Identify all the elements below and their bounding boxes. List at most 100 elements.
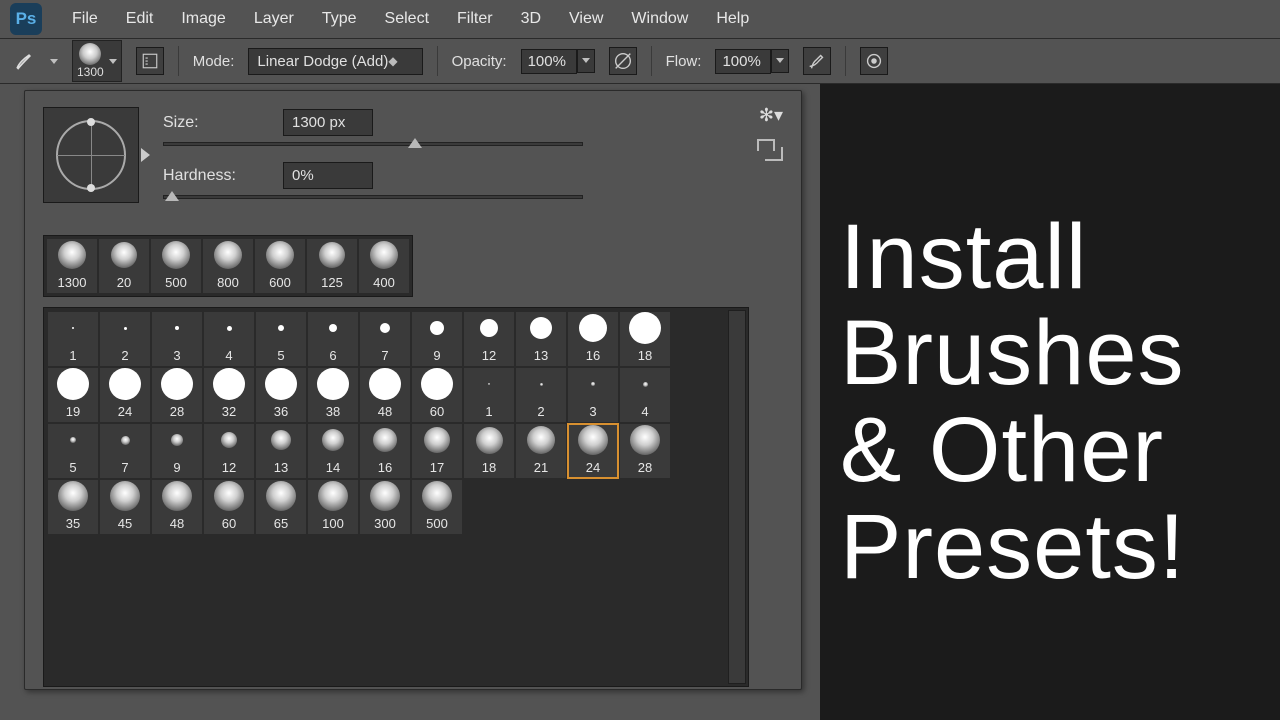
- menu-item-type[interactable]: Type: [308, 4, 371, 34]
- brush-size-readout: 1300: [77, 65, 104, 79]
- brush-preset-item[interactable]: 4: [620, 368, 670, 422]
- brush-size-label: 4: [641, 404, 648, 419]
- brush-preset-item[interactable]: 5: [48, 424, 98, 478]
- brush-dot-icon: [430, 321, 444, 335]
- brush-preset-item[interactable]: 28: [620, 424, 670, 478]
- brush-preset-item[interactable]: 125: [307, 239, 357, 293]
- brush-preset-item[interactable]: 5: [256, 312, 306, 366]
- brush-preset-item[interactable]: 16: [568, 312, 618, 366]
- brush-preset-item[interactable]: 19: [48, 368, 98, 422]
- airbrush-icon[interactable]: [803, 47, 831, 75]
- menu-item-3d[interactable]: 3D: [507, 4, 555, 34]
- menu-item-view[interactable]: View: [555, 4, 617, 34]
- brush-dot-icon: [530, 317, 552, 339]
- hardness-slider[interactable]: [163, 195, 583, 199]
- brush-preset-item[interactable]: 3: [152, 312, 202, 366]
- brush-preset-item[interactable]: 400: [359, 239, 409, 293]
- menu-item-file[interactable]: File: [58, 4, 112, 34]
- brush-preset-item[interactable]: 800: [203, 239, 253, 293]
- brush-dot-icon: [57, 368, 89, 400]
- new-preset-icon[interactable]: [765, 147, 783, 161]
- brush-dot-icon: [540, 383, 543, 386]
- blend-mode-select[interactable]: Linear Dodge (Add) ◆: [248, 48, 422, 75]
- size-input[interactable]: [283, 109, 373, 136]
- menu-item-image[interactable]: Image: [167, 4, 239, 34]
- menu-item-window[interactable]: Window: [617, 4, 702, 34]
- brush-preset-item[interactable]: 7: [360, 312, 410, 366]
- opacity-input[interactable]: [521, 49, 577, 74]
- brush-preset-item[interactable]: 100: [308, 480, 358, 534]
- brush-tool-icon[interactable]: [12, 49, 36, 73]
- menu-item-select[interactable]: Select: [371, 4, 443, 34]
- brush-preset-item[interactable]: 36: [256, 368, 306, 422]
- brush-preset-item[interactable]: 600: [255, 239, 305, 293]
- slider-thumb-icon[interactable]: [165, 191, 179, 201]
- brush-preset-item[interactable]: 500: [151, 239, 201, 293]
- pressure-opacity-icon[interactable]: [609, 47, 637, 75]
- brush-preset-item[interactable]: 4: [204, 312, 254, 366]
- brush-preset-item[interactable]: 45: [100, 480, 150, 534]
- menu-item-help[interactable]: Help: [702, 4, 763, 34]
- brush-preset-item[interactable]: 7: [100, 424, 150, 478]
- brush-preset-item[interactable]: 18: [620, 312, 670, 366]
- opacity-caret[interactable]: [577, 49, 595, 73]
- gear-icon[interactable]: ✻▾: [759, 105, 783, 126]
- brush-grid-container: 1234567912131618192428323638486012345791…: [43, 307, 749, 687]
- brush-preset-item[interactable]: 6: [308, 312, 358, 366]
- brush-preset-item[interactable]: 1: [464, 368, 514, 422]
- brush-preset-item[interactable]: 21: [516, 424, 566, 478]
- brush-preset-item[interactable]: 48: [152, 480, 202, 534]
- brush-preset-item[interactable]: 1: [48, 312, 98, 366]
- brush-dot-icon: [319, 242, 345, 268]
- brush-preset-item[interactable]: 32: [204, 368, 254, 422]
- brush-preset-item[interactable]: 24: [568, 424, 618, 478]
- brush-size-label: 6: [329, 348, 336, 363]
- scrollbar-vertical[interactable]: [728, 310, 746, 684]
- hardness-label: Hardness:: [163, 167, 263, 185]
- brush-preset-item[interactable]: 2: [100, 312, 150, 366]
- brush-preset-item[interactable]: 38: [308, 368, 358, 422]
- brush-preset-item[interactable]: 2: [516, 368, 566, 422]
- brush-preset-item[interactable]: 20: [99, 239, 149, 293]
- brush-preset-item[interactable]: 18: [464, 424, 514, 478]
- brush-preset-picker[interactable]: 1300: [72, 40, 122, 82]
- brush-preset-item[interactable]: 17: [412, 424, 462, 478]
- brush-dot-icon: [162, 481, 192, 511]
- brush-dot-icon: [591, 382, 595, 386]
- brush-angle-preview[interactable]: [43, 107, 139, 203]
- brush-size-label: 2: [537, 404, 544, 419]
- brush-preset-item[interactable]: 300: [360, 480, 410, 534]
- brush-preset-item[interactable]: 1300: [47, 239, 97, 293]
- size-slider[interactable]: [163, 142, 583, 146]
- toggle-brush-panel-button[interactable]: [136, 47, 164, 75]
- flow-caret[interactable]: [771, 49, 789, 73]
- brush-preset-item[interactable]: 500: [412, 480, 462, 534]
- brush-dot-icon: [629, 312, 661, 344]
- brush-preset-item[interactable]: 60: [204, 480, 254, 534]
- brush-preset-item[interactable]: 16: [360, 424, 410, 478]
- brush-preset-item[interactable]: 28: [152, 368, 202, 422]
- brush-size-label: 16: [586, 348, 600, 363]
- brush-preset-item[interactable]: 12: [464, 312, 514, 366]
- brush-preset-item[interactable]: 65: [256, 480, 306, 534]
- menu-item-filter[interactable]: Filter: [443, 4, 507, 34]
- brush-preset-item[interactable]: 9: [152, 424, 202, 478]
- pressure-size-icon[interactable]: [860, 47, 888, 75]
- brush-preset-item[interactable]: 14: [308, 424, 358, 478]
- hardness-input[interactable]: [283, 162, 373, 189]
- brush-preset-item[interactable]: 13: [256, 424, 306, 478]
- brush-size-label: 13: [534, 348, 548, 363]
- brush-preset-item[interactable]: 48: [360, 368, 410, 422]
- brush-preset-item[interactable]: 13: [516, 312, 566, 366]
- brush-preset-item[interactable]: 3: [568, 368, 618, 422]
- brush-preset-item[interactable]: 60: [412, 368, 462, 422]
- brush-preset-item[interactable]: 35: [48, 480, 98, 534]
- tool-dropdown-caret[interactable]: [50, 59, 58, 64]
- menu-item-layer[interactable]: Layer: [240, 4, 308, 34]
- menu-item-edit[interactable]: Edit: [112, 4, 168, 34]
- brush-preset-item[interactable]: 9: [412, 312, 462, 366]
- brush-preset-item[interactable]: 12: [204, 424, 254, 478]
- flow-input[interactable]: [715, 49, 771, 74]
- brush-preset-item[interactable]: 24: [100, 368, 150, 422]
- slider-thumb-icon[interactable]: [408, 138, 422, 148]
